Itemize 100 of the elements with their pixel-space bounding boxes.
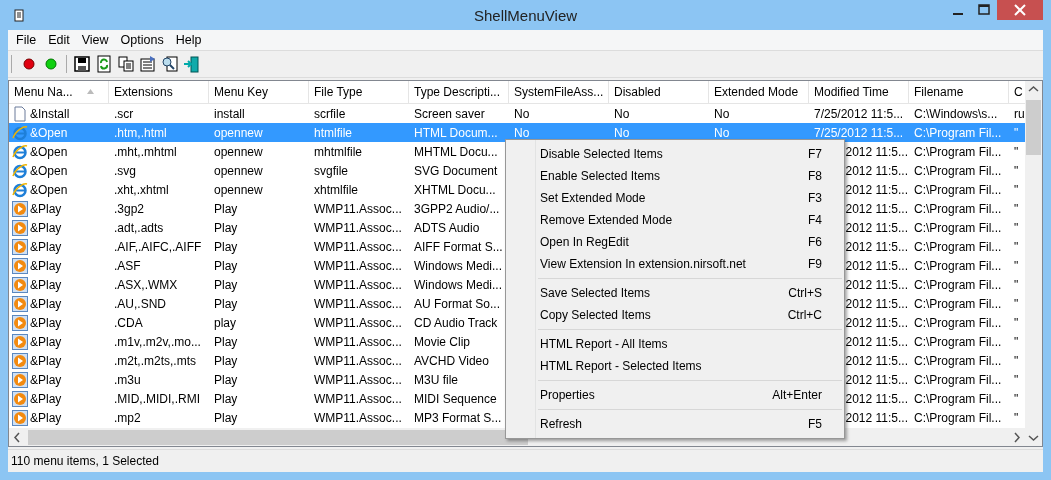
table-cell: Play	[214, 239, 238, 254]
scroll-thumb[interactable]	[28, 430, 528, 445]
table-cell: 2012 11:5...	[845, 201, 908, 216]
find-icon[interactable]	[161, 55, 179, 73]
table-cell: Play	[214, 277, 238, 292]
context-menu-item[interactable]: Remove Extended Mode F4	[508, 209, 842, 231]
table-cell: Play	[214, 258, 238, 273]
menu-item[interactable]: File	[10, 33, 43, 47]
table-cell: "	[1014, 334, 1019, 349]
column-header[interactable]: SystemFileAss...	[509, 81, 609, 103]
table-cell: AU Format So...	[414, 296, 501, 311]
table-cell: WMP11.Assoc...	[314, 410, 402, 425]
column-header[interactable]: Extensions	[109, 81, 209, 103]
table-cell: scrfile	[314, 106, 346, 121]
table-cell: 3GPP2 Audio/...	[414, 201, 500, 216]
table-cell: C:\Program Fil...	[914, 277, 1002, 292]
table-cell: opennew	[214, 144, 263, 159]
table-cell: 7/25/2012 11:5...	[814, 125, 904, 140]
copy-icon[interactable]	[117, 55, 135, 73]
context-menu-item[interactable]: HTML Report - Selected Items	[508, 355, 842, 377]
menu-item[interactable]: Edit	[42, 33, 76, 47]
column-header[interactable]: Modified Time	[809, 81, 909, 103]
table-cell: WMP11.Assoc...	[314, 391, 402, 406]
properties-icon[interactable]	[139, 55, 157, 73]
table-cell: .adt,.adts	[114, 220, 164, 235]
table-cell: Windows Medi...	[414, 277, 503, 292]
table-cell: WMP11.Assoc...	[314, 353, 402, 368]
column-header[interactable]: Menu Key	[209, 81, 309, 103]
context-menu-item[interactable]: Save Selected Items Ctrl+S	[508, 282, 842, 304]
status-text: 110 menu items, 1 Selected	[11, 454, 159, 468]
table-cell: "	[1014, 315, 1019, 330]
vertical-scrollbar[interactable]	[1025, 81, 1042, 446]
table-cell: .svg	[114, 163, 136, 178]
context-menu-item[interactable]: View Extension In extension.nirsoft.net F9	[508, 253, 842, 275]
table-cell: "	[1014, 220, 1019, 235]
table-cell: 2012 11:5...	[845, 163, 908, 178]
column-header[interactable]: File Type	[309, 81, 409, 103]
table-cell: opennew	[214, 163, 263, 178]
table-cell: C:\Program Fil...	[914, 258, 1002, 273]
context-menu-item[interactable]: Copy Selected Items Ctrl+C	[508, 304, 842, 326]
column-header[interactable]: Type Descripti...	[409, 81, 509, 103]
context-menu-item[interactable]: Enable Selected Items F8	[508, 165, 842, 187]
dot-icon[interactable]	[42, 55, 60, 73]
menu-item[interactable]: View	[75, 33, 115, 47]
table-cell: &Open	[30, 182, 68, 197]
table-cell: &Install	[30, 106, 70, 121]
table-cell: MP3 Format S...	[414, 410, 502, 425]
table-cell: &Play	[30, 391, 62, 406]
table-cell: WMP11.Assoc...	[314, 220, 402, 235]
scroll-thumb[interactable]	[1026, 100, 1041, 155]
table-cell: XHTML Docu...	[414, 182, 496, 197]
table-cell: .MID,.MIDI,.RMI	[114, 391, 200, 406]
table-cell: &Play	[30, 334, 62, 349]
menu-item[interactable]: Help	[169, 33, 208, 47]
table-cell: MHTML Docu...	[414, 144, 498, 159]
context-menu-item[interactable]: Disable Selected Items F7	[508, 143, 842, 165]
circle-icon[interactable]	[20, 55, 38, 73]
table-cell: mhtmlfile	[314, 144, 362, 159]
table-cell: WMP11.Assoc...	[314, 201, 402, 216]
context-menu-item[interactable]: Set Extended Mode F3	[508, 187, 842, 209]
table-cell: WMP11.Assoc...	[314, 239, 402, 254]
table-cell: Play	[214, 353, 238, 368]
table-cell: C:\Program Fil...	[914, 201, 1002, 216]
exit-icon[interactable]	[183, 55, 201, 73]
table-cell: MIDI Sequence	[414, 391, 497, 406]
table-cell: CD Audio Track	[414, 315, 498, 330]
table-cell: Windows Medi...	[414, 258, 503, 273]
context-menu-item[interactable]: Properties Alt+Enter	[508, 384, 842, 406]
table-cell: 2012 11:5...	[845, 144, 908, 159]
table-cell: .mht,.mhtml	[114, 144, 177, 159]
table-cell: C:\Program Fil...	[914, 144, 1002, 159]
table-cell: WMP11.Assoc...	[314, 315, 402, 330]
context-menu-item[interactable]: HTML Report - All Items	[508, 333, 842, 355]
table-cell: .AIF,.AIFC,.AIFF	[114, 239, 202, 254]
table-cell: 2012 11:5...	[845, 258, 908, 273]
table-cell: 2012 11:5...	[845, 277, 908, 292]
table-cell: Play	[214, 372, 238, 387]
save-icon[interactable]	[73, 55, 91, 73]
column-header[interactable]: Menu Na...	[9, 81, 109, 103]
table-cell: WMP11.Assoc...	[314, 296, 402, 311]
table-cell: WMP11.Assoc...	[314, 334, 402, 349]
table-cell: 2012 11:5...	[845, 391, 908, 406]
table-cell: C:\Windows\s...	[914, 106, 998, 121]
table-cell: htmlfile	[314, 125, 352, 140]
table-cell: xhtmlfile	[314, 182, 358, 197]
table-cell: .ASF	[114, 258, 141, 273]
table-cell: .xht,.xhtml	[114, 182, 169, 197]
table-cell: 2012 11:5...	[845, 220, 908, 235]
refresh-icon[interactable]	[95, 55, 113, 73]
close-icon[interactable]	[997, 0, 1043, 20]
table-cell: HTML Docum...	[414, 125, 498, 140]
table-cell: "	[1014, 353, 1019, 368]
context-menu-item[interactable]: Refresh F5	[508, 413, 842, 435]
column-header[interactable]: Disabled	[609, 81, 709, 103]
context-menu-item[interactable]: Open In RegEdit F6	[508, 231, 842, 253]
column-header[interactable]: Filename	[909, 81, 1009, 103]
table-cell: .scr	[114, 106, 134, 121]
column-header[interactable]: Extended Mode	[709, 81, 809, 103]
table-cell: "	[1014, 239, 1019, 254]
menu-item[interactable]: Options	[114, 33, 170, 47]
